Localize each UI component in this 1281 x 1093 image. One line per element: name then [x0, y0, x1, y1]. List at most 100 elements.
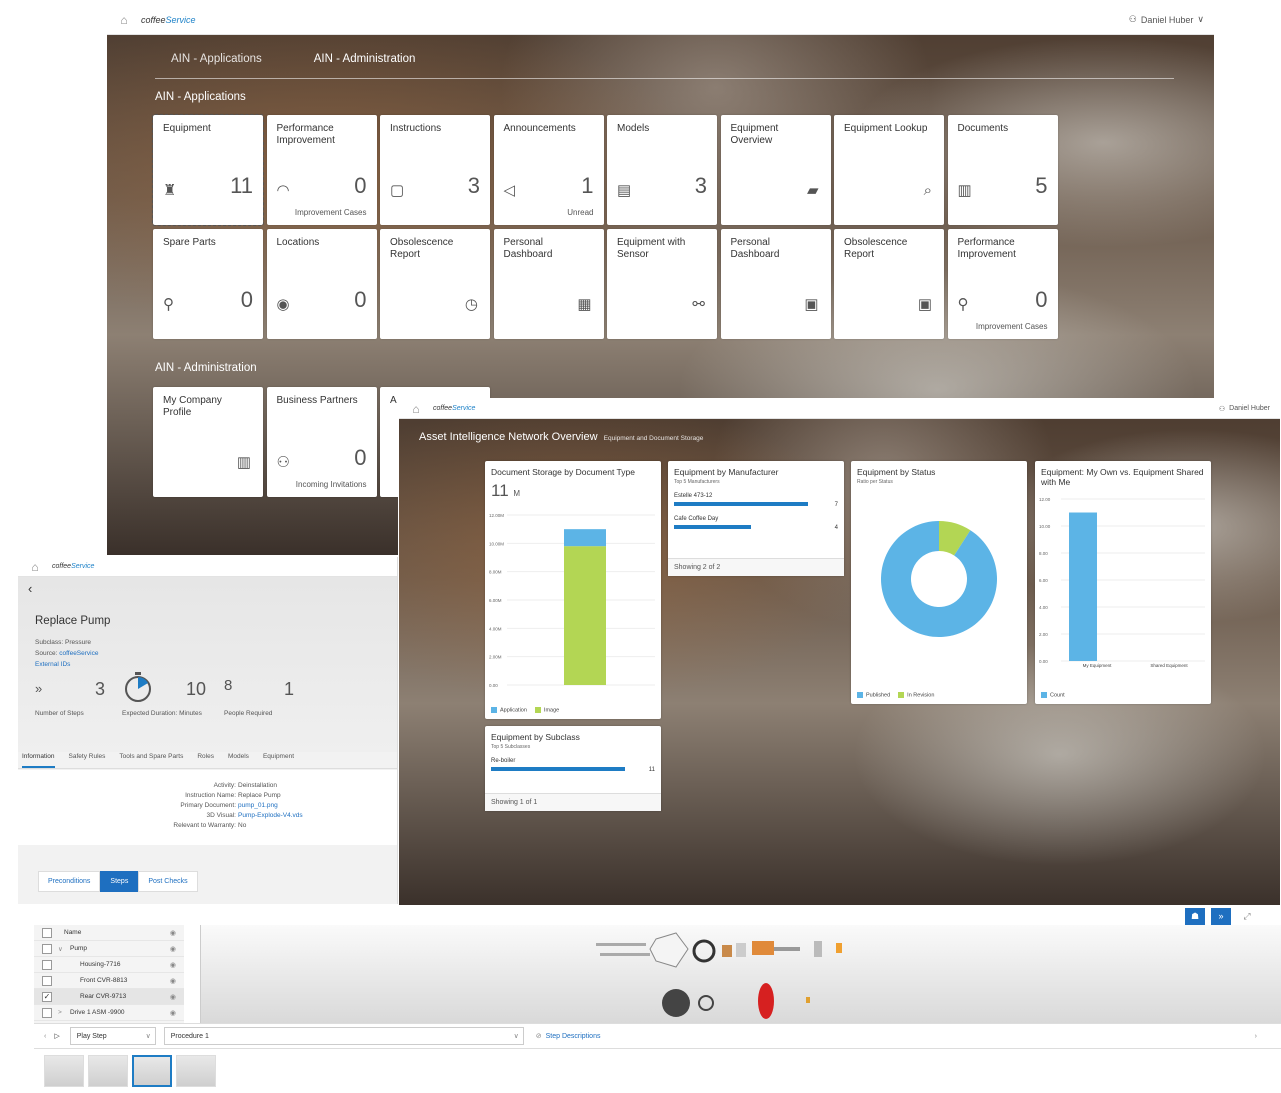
user-menu[interactable]: ⚇ Daniel Huber	[1219, 405, 1270, 413]
home-icon[interactable]: ⌂	[409, 402, 423, 416]
tile-announcements[interactable]: Announcements ◁ 1 Unread	[493, 115, 604, 225]
legend-item-published: Published	[857, 691, 890, 698]
tab-roles[interactable]: Roles	[197, 747, 214, 768]
node-checkbox[interactable]	[42, 975, 52, 986]
tab-ain-administration[interactable]: AIN - Administration	[298, 49, 432, 78]
brand-logo[interactable]: coffeeService	[52, 563, 94, 570]
tile-performance-improvement[interactable]: Performance Improvement ⚲ 0 Improvement Cas…	[947, 229, 1058, 339]
y-tick-label: 10.00	[1039, 524, 1051, 529]
segment-preconditions[interactable]: Preconditions	[38, 871, 101, 892]
segment-post-checks[interactable]: Post Checks	[138, 871, 198, 892]
procedure-select[interactable]: Procedure 1 ∨	[163, 1027, 524, 1045]
tab-models[interactable]: Models	[228, 747, 249, 768]
back-icon[interactable]: ‹	[28, 581, 32, 596]
tile-equipment-with-sensor[interactable]: Equipment with Sensor ⚯	[607, 229, 717, 339]
tile-equipment-overview[interactable]: Equipment Overview ▰	[720, 115, 831, 225]
tile-subtitle: Unread	[567, 208, 594, 217]
step-thumbnail[interactable]	[88, 1055, 128, 1087]
fullscreen-icon[interactable]: ⤢	[1237, 908, 1257, 925]
bar-label: Cafe Coffee Day	[674, 516, 719, 522]
next-icon[interactable]: ›	[1255, 1033, 1257, 1040]
segment-steps[interactable]: Steps	[100, 871, 139, 892]
card-manufacturer[interactable]: Equipment by Manufacturer Top 5 Manufact…	[668, 461, 844, 576]
tree-node[interactable]: > Drive 1 ASM -9900 ◉	[34, 1005, 184, 1021]
card-footer[interactable]: Showing 1 of 1	[485, 793, 661, 811]
eye-icon[interactable]: ◉	[170, 1009, 176, 1017]
tile-equipment[interactable]: Equipment ♜ 11	[152, 114, 264, 226]
field-value[interactable]: Pump-Explode-V4.vds	[238, 812, 303, 819]
external-ids-link[interactable]: External IDs	[35, 661, 70, 668]
information-fields: Activity: Deinstallation Instruction Name:…	[18, 770, 397, 845]
node-checkbox[interactable]: ✓	[42, 991, 52, 1002]
tile-business-partners[interactable]: Business Partners ⚇ 0 Incoming Invitations	[266, 387, 377, 497]
prev-icon[interactable]: ‹	[44, 1033, 46, 1040]
eye-icon[interactable]: ◉	[170, 961, 176, 969]
bar-row[interactable]: Estelle 473-12 7	[674, 493, 838, 508]
eye-icon[interactable]: ◉	[170, 929, 176, 937]
home-icon[interactable]: ⌂	[28, 560, 42, 574]
step-thumbnail[interactable]	[132, 1055, 172, 1087]
steps-toggle-icon[interactable]: »	[1211, 908, 1231, 925]
node-checkbox[interactable]	[42, 943, 52, 954]
tile-my-company-profile[interactable]: My Company Profile ▥	[153, 387, 263, 497]
play-icon[interactable]: ▷	[54, 1032, 59, 1040]
tab-equipment[interactable]: Equipment	[263, 747, 294, 768]
expand-icon[interactable]: ∨	[58, 945, 70, 953]
card-equipment-shared[interactable]: Equipment: My Own vs. Equipment Shared w…	[1035, 461, 1211, 704]
cube-icon: ▢	[390, 182, 405, 199]
card-footer[interactable]: Showing 2 of 2	[668, 558, 844, 576]
brand-logo[interactable]: coffeeService	[433, 405, 475, 412]
tile-performance-improvement[interactable]: Performance Improvement ◠ 0 Improvement Cas…	[266, 115, 377, 225]
tile-personal-dashboard[interactable]: Personal Dashboard ▣	[720, 229, 831, 339]
tile-equipment-lookup[interactable]: Equipment Lookup ⌕	[834, 115, 944, 225]
tree-node[interactable]: ∨ Pump ◉	[34, 941, 184, 957]
tile-obsolescence-report[interactable]: Obsolescence Report ◷	[380, 229, 490, 339]
3d-scene-canvas[interactable]	[200, 925, 1281, 1023]
tab-tools-and-spare-parts[interactable]: Tools and Spare Parts	[119, 747, 183, 768]
eye-icon[interactable]: ◉	[170, 945, 176, 953]
node-checkbox[interactable]	[42, 1007, 52, 1018]
select-all-checkbox[interactable]	[42, 927, 52, 938]
node-checkbox[interactable]	[42, 959, 52, 970]
tile-locations[interactable]: Locations ◉ 0	[266, 229, 377, 339]
bar-row[interactable]: Cafe Coffee Day 4	[674, 516, 838, 531]
step-descriptions-link[interactable]: Step Descriptions	[546, 1033, 601, 1040]
tab-safety-rules[interactable]: Safety Rules	[69, 747, 106, 768]
legend-item-in-revision: In Revision	[898, 691, 934, 698]
tree-node[interactable]: ✓ Rear CVR-9713 ◉	[34, 989, 184, 1005]
user-menu[interactable]: ⚇ Daniel Huber ∨	[1129, 14, 1204, 25]
doc-storage-chart: 0.00 2.00M 4.00M 6.00M 8.00M 10.00M 12.00M	[489, 513, 655, 688]
play-step-select[interactable]: Play Step ∨	[69, 1027, 156, 1045]
tile-spare-parts[interactable]: Spare Parts ⚲ 0	[153, 229, 263, 339]
tree-toggle-icon[interactable]: ☗	[1185, 908, 1205, 925]
legend-item-application: Application	[491, 706, 527, 713]
tile-title: Spare Parts	[163, 237, 216, 248]
tile-personal-dashboard[interactable]: Personal Dashboard ▦	[493, 229, 604, 339]
tile-value: 0	[1035, 287, 1048, 312]
tree-node[interactable]: Front CVR-8813 ◉	[34, 973, 184, 989]
tile-models[interactable]: Models ▤ 3	[607, 115, 717, 225]
home-icon[interactable]: ⌂	[117, 13, 131, 27]
card-status[interactable]: Equipment by Status Ratio per Status Pub…	[851, 461, 1027, 704]
expand-icon[interactable]: >	[58, 1009, 70, 1016]
bar-row[interactable]: Re-boiler 11	[491, 758, 655, 773]
eye-icon[interactable]: ◉	[170, 977, 176, 985]
card-document-storage[interactable]: Document Storage by Document Type 11 M 0…	[485, 461, 661, 719]
eye-icon[interactable]: ◉	[170, 993, 176, 1001]
tree-node[interactable]: Housing-7716 ◉	[34, 957, 184, 973]
step-thumbnail[interactable]	[176, 1055, 216, 1087]
source-link[interactable]: coffeeService	[59, 650, 98, 657]
tab-ain-applications[interactable]: AIN - Applications	[155, 49, 278, 78]
tab-information[interactable]: Information	[22, 747, 55, 768]
step-thumbnail[interactable]	[44, 1055, 84, 1087]
tile-obsolescence-report[interactable]: Obsolescence Report ▣	[834, 229, 944, 339]
field-value[interactable]: pump_01.png	[238, 802, 278, 809]
tile-instructions[interactable]: Instructions ▢ 3	[380, 115, 490, 225]
bar	[674, 502, 809, 506]
brand-logo[interactable]: coffeeService	[141, 15, 196, 25]
tile-value: 11	[230, 173, 253, 198]
tile-value: 0	[240, 287, 253, 312]
tile-documents[interactable]: Documents ▥ 5	[947, 115, 1058, 225]
card-subclass[interactable]: Equipment by Subclass Top 5 Subclasses R…	[485, 726, 661, 811]
y-tick-label: 4.00M	[489, 626, 502, 631]
